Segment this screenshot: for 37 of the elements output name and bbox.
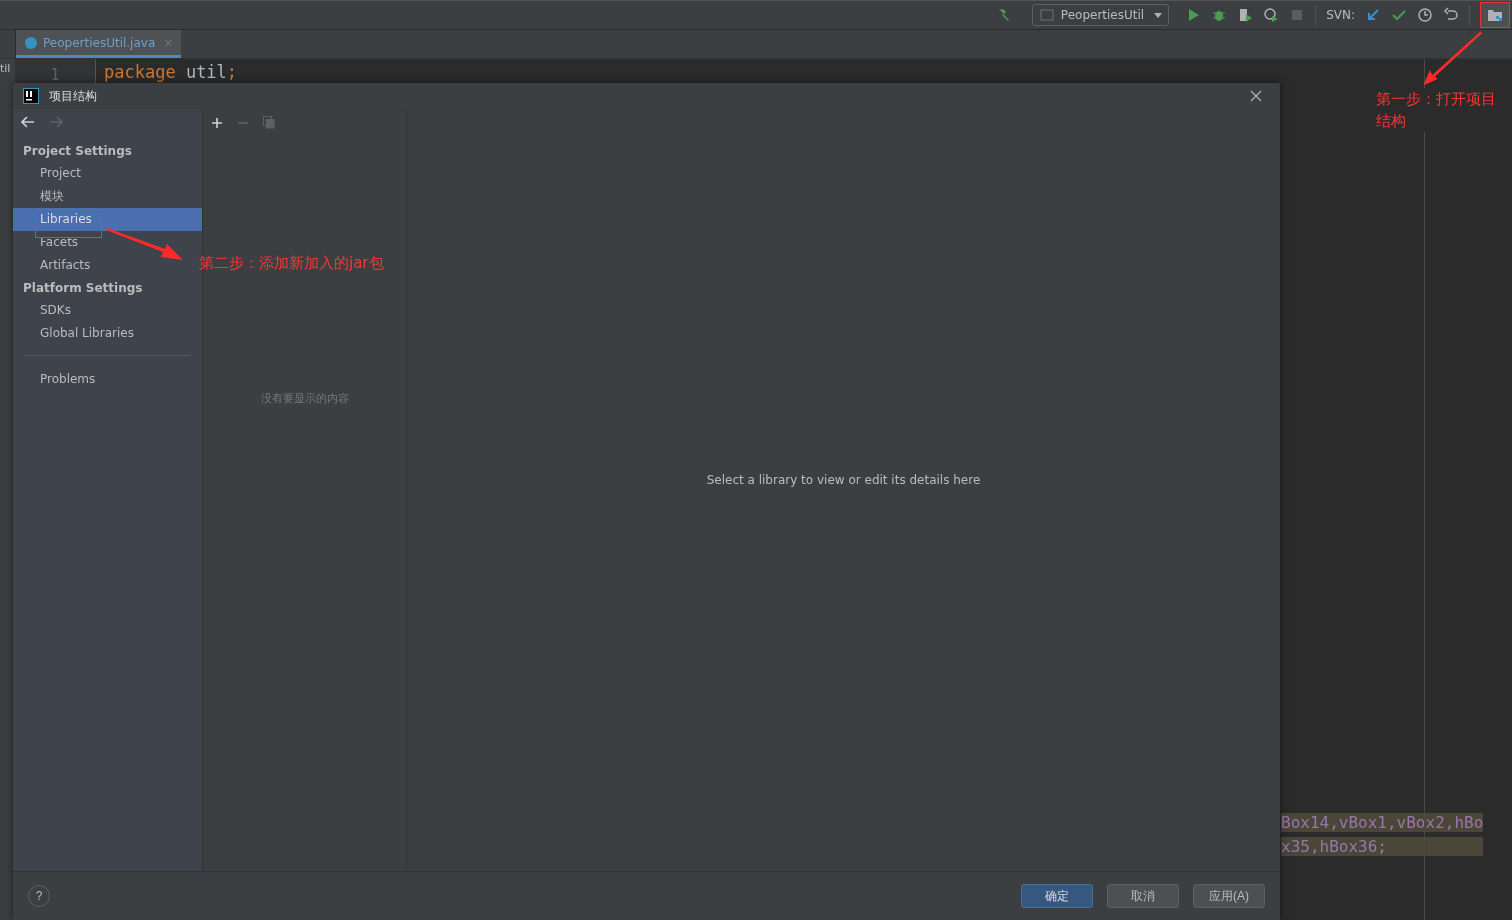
editor-tab[interactable]: PeopertiesUtil.java × [16,30,182,58]
back-arrow-icon[interactable] [21,116,35,128]
code-line: package util; [104,62,238,82]
sidebar-item[interactable]: 模块 [13,185,202,208]
dialog-button[interactable]: 确定 [1021,884,1093,908]
dialog-title: 项目结构 [49,87,97,105]
copy-icon[interactable] [263,116,275,129]
checkmark-icon[interactable] [1391,7,1407,23]
sidebar-item[interactable]: Project [13,162,202,185]
folder-icon [1487,7,1503,23]
close-icon[interactable] [1250,90,1262,102]
run-config-dropdown[interactable]: PeopertiesUtil [1031,4,1170,26]
add-icon[interactable] [211,116,223,129]
svn-label: SVN: [1326,8,1355,22]
forward-arrow-icon[interactable] [49,116,63,128]
class-file-icon [24,35,38,50]
help-button[interactable]: ? [28,885,50,907]
dialog-button[interactable]: 取消 [1107,884,1179,908]
section-header: Platform Settings [22,280,144,297]
sidebar-item[interactable]: Problems [13,368,202,391]
details-hint-text: Select a library to view or edit its details here [706,473,981,487]
dialog-button[interactable]: 应用(A) [1193,884,1265,908]
undo-icon[interactable] [1443,7,1459,23]
project-tree-item[interactable]: til [0,62,15,75]
update-arrow-icon[interactable] [1365,7,1381,23]
app-logo-icon [23,88,39,104]
sidebar-item[interactable]: Global Libraries [13,322,202,345]
annotation-text: 第二步：添加新加入的jar包 [199,253,384,274]
project-structure-button[interactable] [1480,2,1510,28]
section-header: Project Settings [22,143,133,160]
window-icon [1038,7,1055,23]
highlight-frame [35,209,102,238]
sidebar-item[interactable]: SDKs [13,299,202,322]
sidebar-item[interactable]: Libraries [13,208,202,231]
coverage-icon[interactable] [1237,7,1254,23]
history-icon[interactable] [1417,7,1433,23]
profiler-icon[interactable] [1263,7,1280,23]
